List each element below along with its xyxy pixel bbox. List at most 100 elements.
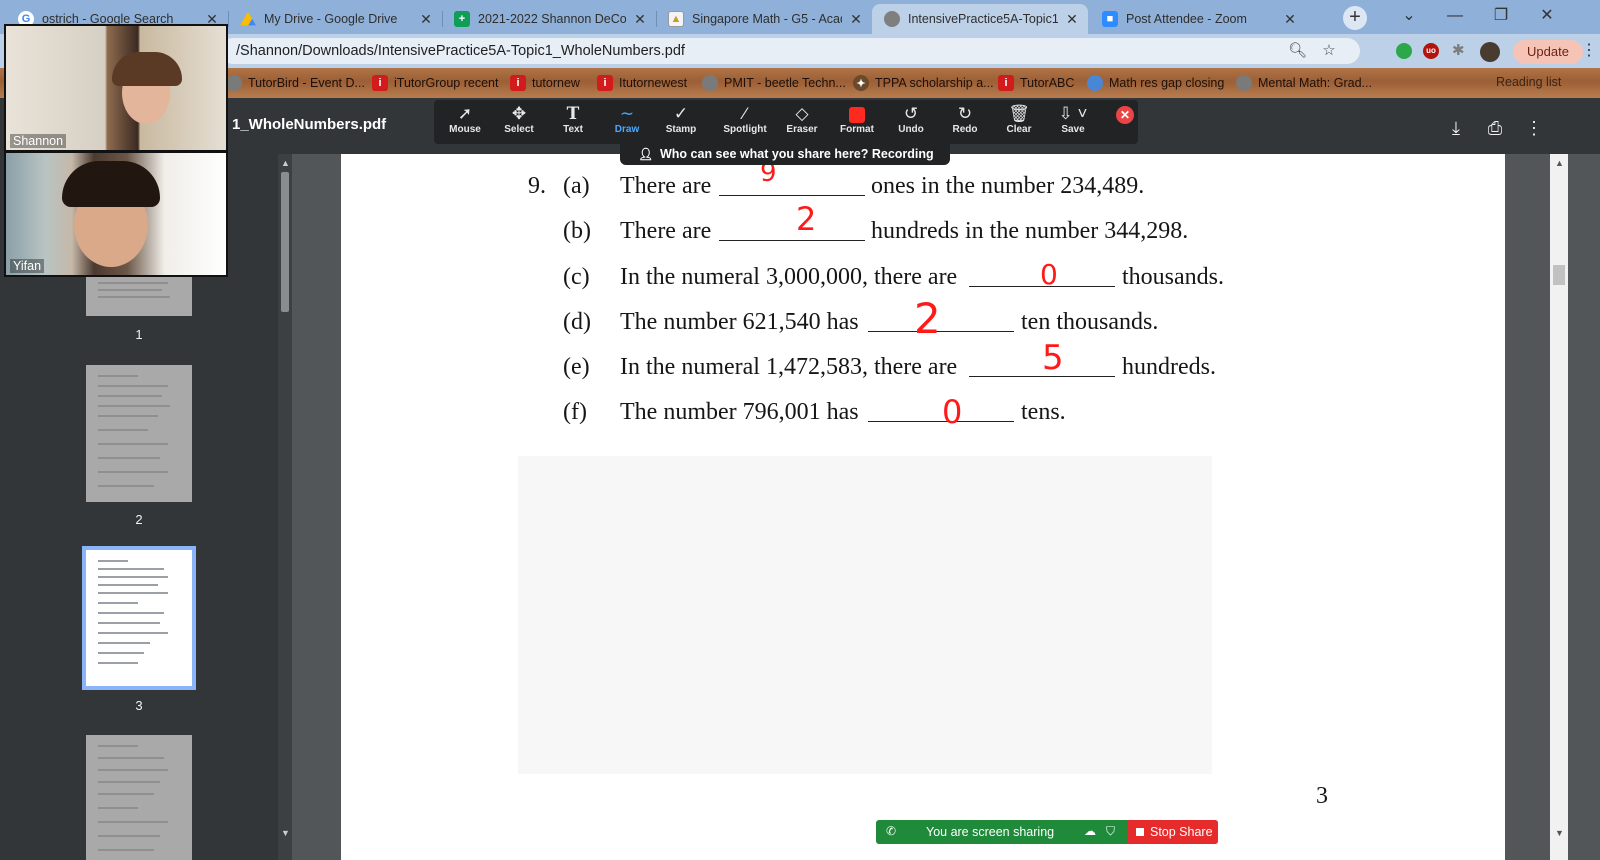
tool-stamp[interactable]: ✓ Stamp — [654, 100, 708, 144]
tool-label: Stamp — [665, 124, 697, 135]
tool-clear[interactable]: 🗑︎ Clear — [992, 100, 1046, 144]
browser-tab-strip: G ostrich - Google Search ✕ My Drive - G… — [0, 0, 1600, 34]
spotlight-wand-icon: ⁄ — [743, 104, 747, 123]
close-icon[interactable]: ✕ — [848, 11, 864, 28]
zoom-annotation-toolbar: ➚ Mouse ✥ Select T Text ∼ Draw ✓ Stamp ⁄ Spotl… — [434, 100, 1138, 144]
tab-google-drive[interactable]: My Drive - Google Drive ✕ — [228, 4, 442, 34]
item-text-before: There are — [620, 218, 712, 244]
bookmark-item[interactable]: ✦ TPPA scholarship a... — [853, 75, 994, 91]
save-download-icon: ⇩ ˅ — [1058, 104, 1088, 123]
stop-share-button[interactable]: Stop Share — [1128, 820, 1218, 844]
tool-draw[interactable]: ∼ Draw — [600, 100, 654, 144]
bookmark-item[interactable]: i tutornew — [510, 75, 580, 91]
classroom-icon: ▲ — [668, 11, 684, 27]
tab-spreadsheet[interactable]: + 2021-2022 Shannon DeConk ✕ — [442, 4, 656, 34]
chrome-menu-icon[interactable]: ⋮ — [1581, 40, 1597, 60]
color-swatch-icon — [849, 107, 865, 123]
scroll-down-arrow[interactable]: ▼ — [1555, 828, 1564, 838]
more-actions-icon[interactable]: ⋮ — [1522, 116, 1546, 140]
document-scrollbar[interactable] — [1550, 154, 1568, 860]
extension-green-icon[interactable] — [1396, 43, 1412, 59]
close-icon[interactable]: ✕ — [1064, 11, 1080, 28]
tab-zoom-attendee[interactable]: ■ Post Attendee - Zoom ✕ — [1090, 4, 1306, 34]
bookmark-item[interactable]: TutorBird - Event D... — [226, 75, 365, 91]
video-tile-shannon[interactable]: Shannon — [4, 24, 228, 152]
download-icon[interactable]: ⤓ — [1444, 116, 1468, 140]
document-scrollbar-thumb[interactable] — [1553, 265, 1565, 285]
page-thumbnail[interactable] — [86, 365, 192, 502]
extensions-puzzle-icon[interactable]: ✱ — [1452, 43, 1468, 59]
page-thumbnail-current[interactable] — [82, 546, 196, 690]
stop-square-icon — [1136, 828, 1144, 836]
close-icon[interactable]: ✕ — [632, 11, 648, 28]
handwritten-answer: 0 — [1040, 258, 1058, 291]
text-t-icon: T — [566, 104, 580, 124]
tool-text[interactable]: T Text — [546, 100, 600, 144]
close-icon[interactable]: ✕ — [418, 11, 434, 28]
item-text-after: hundreds. — [1122, 354, 1216, 380]
tool-label: Save — [1061, 124, 1085, 135]
scroll-down-arrow[interactable]: ▼ — [281, 828, 290, 838]
sheets-icon: + — [454, 11, 470, 27]
zoom-icon: ■ — [1102, 11, 1118, 27]
tool-label: Mouse — [449, 124, 481, 135]
tool-format[interactable]: Format — [830, 100, 884, 144]
bookmark-item[interactable]: i iTutorGroup recent — [372, 75, 498, 91]
page-thumbnail[interactable] — [86, 735, 192, 860]
tab-singapore-math[interactable]: ▲ Singapore Math - G5 - Acade ✕ — [656, 4, 872, 34]
tab-title: My Drive - Google Drive — [264, 12, 398, 26]
bookmark-label: iTutorGroup recent — [394, 76, 499, 90]
bookmark-item[interactable]: Math res gap closing — [1087, 75, 1224, 91]
bookmark-item[interactable]: PMIT - beetle Techn... — [702, 75, 846, 91]
tool-save[interactable]: ⇩ ˅ Save — [1046, 100, 1100, 144]
new-tab-button[interactable]: + — [1343, 6, 1367, 30]
item-text-after: hundreds in the number 344,298. — [871, 218, 1189, 244]
tool-mouse[interactable]: ➚ Mouse — [438, 100, 492, 144]
close-icon[interactable]: ✕ — [1282, 11, 1298, 28]
close-annotation-icon[interactable]: ✕ — [1116, 106, 1134, 124]
tab-intensive-practice-pdf[interactable]: IntensivePractice5A-Topic1_W ✕ — [872, 4, 1088, 34]
page-number: 3 — [1316, 783, 1328, 809]
mouse-pointer-icon: ➚ — [457, 104, 473, 123]
person-icon: 👤︎ — [638, 147, 654, 161]
itutor-icon: i — [597, 75, 613, 91]
share-visibility-notice[interactable]: 👤︎ Who can see what you share here? Reco… — [620, 143, 950, 183]
bookmark-item[interactable]: Mental Math: Grad... — [1236, 75, 1372, 91]
page-thumbnail[interactable] — [86, 276, 192, 316]
profile-avatar[interactable] — [1480, 42, 1500, 62]
tool-eraser[interactable]: ◇ Eraser — [775, 100, 829, 144]
tool-label: Redo — [952, 124, 978, 135]
reading-list-button[interactable]: Reading list — [1496, 75, 1561, 89]
globe-icon — [226, 75, 242, 91]
ublock-icon[interactable]: uo — [1423, 43, 1439, 59]
tab-title: IntensivePractice5A-Topic1_W — [908, 12, 1058, 26]
window-close-button[interactable]: ✕ — [1524, 0, 1570, 32]
tool-undo[interactable]: ↺ Undo — [884, 100, 938, 144]
shield-icon: ⛉ — [1106, 824, 1116, 838]
print-icon[interactable]: ⎙ — [1483, 116, 1507, 140]
zoom-magnifier-icon[interactable]: 🔍︎ — [1288, 42, 1307, 60]
scroll-up-arrow[interactable]: ▲ — [1555, 158, 1564, 168]
item-text-before: In the numeral 1,472,583, there are — [620, 354, 958, 380]
tab-search-icon[interactable]: ⌄ — [1386, 0, 1432, 32]
bookmark-item[interactable]: i TutorABC — [998, 75, 1074, 91]
scroll-up-arrow[interactable]: ▲ — [281, 158, 290, 168]
video-tile-yifan[interactable]: Yifan — [4, 151, 228, 277]
item-label: (f) — [563, 399, 587, 425]
sharing-status: You are screen sharing — [926, 825, 1055, 839]
pdf-globe-icon — [884, 11, 900, 27]
tool-select[interactable]: ✥ Select — [492, 100, 546, 144]
participant-hair — [112, 52, 182, 86]
tool-spotlight[interactable]: ⁄ Spotlight — [714, 100, 776, 144]
tool-redo[interactable]: ↻ Redo — [938, 100, 992, 144]
bookmark-label: tutornew — [532, 76, 580, 90]
bookmark-star-icon[interactable]: ☆ — [1320, 42, 1338, 60]
checkmark-icon: ✓ — [673, 104, 689, 123]
globe-icon — [702, 75, 718, 91]
restore-button[interactable]: ❐ — [1478, 0, 1524, 32]
url-text[interactable]: /Shannon/Downloads/IntensivePractice5A-T… — [236, 43, 685, 59]
minimize-button[interactable]: — — [1432, 0, 1478, 32]
bookmark-item[interactable]: i Itutornewest — [597, 75, 687, 91]
update-button[interactable]: Update — [1513, 40, 1583, 64]
sidebar-scrollbar-thumb[interactable] — [281, 172, 289, 312]
